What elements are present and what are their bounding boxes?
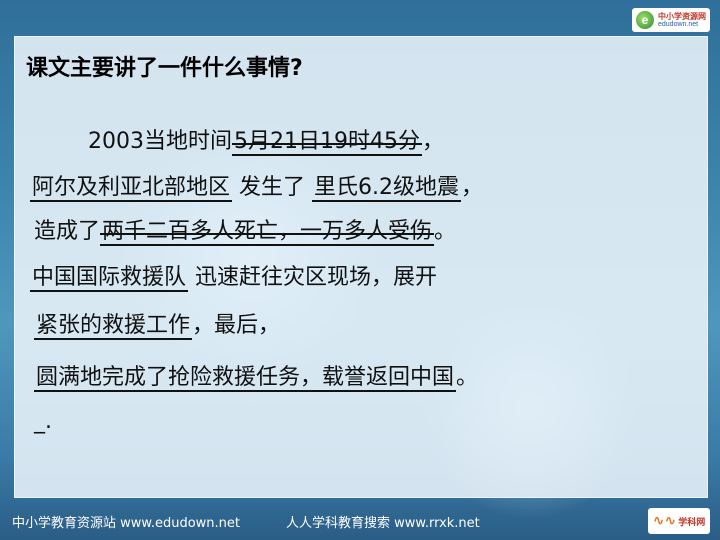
- line6-result-blank: 圆满地完成了抢险救援任务，载誉返回中国: [34, 365, 457, 392]
- slide-title: 课文主要讲了一件什么事情?: [26, 56, 303, 81]
- line5-text: ，最后，: [192, 313, 281, 338]
- text-line-6: 圆满地完成了抢险救援任务，载誉返回中国。: [34, 364, 478, 392]
- line7-mark: _.: [34, 409, 52, 434]
- footer-bar: 中小学教育资源站 www.edudown.net 人人学科教育搜索 www.rr…: [0, 498, 720, 540]
- footer-logo-text: 学科网: [678, 517, 706, 528]
- text-line-2: 阿尔及利亚北部地区 发生了 里氏6.2级地震，: [30, 174, 483, 202]
- line4-text: 迅速赶往灾区现场，展开: [195, 265, 438, 290]
- footer-left-link[interactable]: 中小学教育资源站 www.edudown.net: [12, 512, 240, 531]
- line3-prefix: 造成了: [34, 219, 101, 244]
- text-line-3: 造成了两千二百多人死亡，一万多人受伤。: [34, 218, 456, 246]
- line2-quake-blank: 里氏6.2级地震: [312, 175, 462, 202]
- line2-comma: ，: [461, 175, 484, 200]
- footer-right-link[interactable]: 人人学科教育搜索 www.rrxk.net: [286, 512, 480, 531]
- line4-team-blank: 中国国际救援队: [30, 265, 189, 292]
- line3-period: 。: [434, 219, 457, 244]
- site-logo[interactable]: e 中小学资源网 edudown.net: [632, 8, 710, 32]
- logo-e-icon: e: [636, 11, 654, 29]
- footer-logo[interactable]: ∿∿ 学科网: [648, 508, 710, 534]
- line1-prefix: 2003当地时间: [88, 129, 232, 154]
- footer-logo-icon: ∿∿: [652, 513, 677, 529]
- logo-main-text: 中小学资源网: [658, 11, 706, 21]
- line1-date-blank: 5月21日19时45分: [232, 129, 422, 156]
- line6-period: 。: [456, 365, 479, 390]
- line2-verb: 发生了: [239, 175, 306, 200]
- line3-casualty-blank: 两千二百多人死亡，一万多人受伤: [100, 219, 435, 246]
- line1-comma: ，: [421, 129, 444, 154]
- text-line-1: 2003当地时间5月21日19时45分，: [88, 128, 444, 156]
- text-line-5: 紧张的救援工作，最后，: [34, 312, 280, 340]
- logo-sub-text: edudown.net: [658, 20, 699, 28]
- line2-place-blank: 阿尔及利亚北部地区: [30, 175, 233, 202]
- line5-work-blank: 紧张的救援工作: [34, 313, 193, 340]
- text-line-7: _.: [34, 408, 52, 436]
- text-line-4: 中国国际救援队 迅速赶往灾区现场，展开: [30, 264, 437, 292]
